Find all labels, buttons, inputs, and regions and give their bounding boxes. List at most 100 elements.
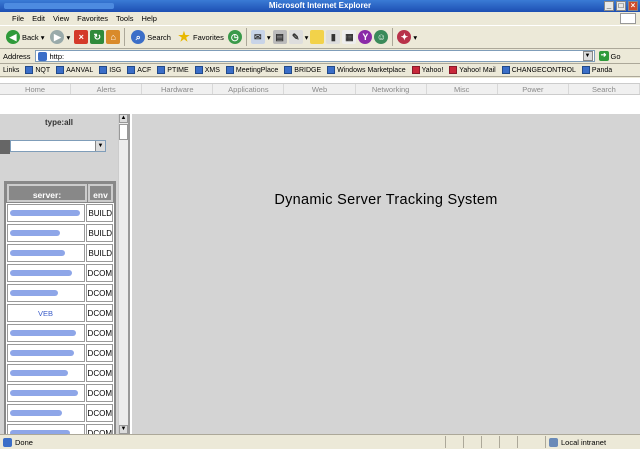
nav-misc[interactable]: Misc xyxy=(427,84,498,94)
env-cell: DCOM xyxy=(85,384,113,402)
link-acf[interactable]: ACF xyxy=(127,66,151,74)
redacted-server-name xyxy=(10,290,58,296)
favorites-button[interactable]: ★ Favorites xyxy=(175,27,226,47)
link-changecontrol[interactable]: CHANGECONTROL xyxy=(501,66,576,74)
edit-icon[interactable]: ✎ xyxy=(288,30,303,44)
link-bridge[interactable]: BRIDGE xyxy=(284,66,321,74)
link-label: ACF xyxy=(137,66,152,74)
sidebar-title: type:all xyxy=(44,118,73,127)
nav-search[interactable]: Search xyxy=(569,84,640,94)
link-ptime[interactable]: PTIME xyxy=(157,66,189,74)
discuss-icon[interactable] xyxy=(310,30,325,44)
link-panda[interactable]: Panda xyxy=(581,66,612,74)
home-icon[interactable]: ⌂ xyxy=(106,30,121,44)
address-dropdown-button[interactable]: ▼ xyxy=(582,51,593,61)
header-env[interactable]: env xyxy=(88,184,113,202)
link-label: XMS xyxy=(204,66,220,74)
link-windows-marketplace[interactable]: Windows Marketplace xyxy=(327,66,406,74)
menu-view[interactable]: View xyxy=(53,12,69,25)
server-link[interactable] xyxy=(7,324,85,342)
server-link[interactable] xyxy=(7,364,85,382)
table-row: DCOM xyxy=(6,403,114,423)
server-link[interactable]: VEB xyxy=(7,304,85,322)
tools-icon[interactable]: ✦ xyxy=(397,30,412,44)
sidebar-scrollbar[interactable]: ▲ ▼ xyxy=(118,114,128,434)
env-cell: BUILD xyxy=(86,244,113,262)
back-button[interactable]: ◀ Back ▾ xyxy=(4,27,46,47)
stop-icon[interactable]: × xyxy=(74,30,89,44)
forward-button[interactable]: ▶ ▾ xyxy=(48,27,72,47)
env-cell: DCOM xyxy=(85,364,113,382)
link-label: Yahoo! xyxy=(421,66,444,74)
env-cell: BUILD xyxy=(86,204,113,222)
server-link[interactable] xyxy=(7,284,85,302)
standard-toolbar: ◀ Back ▾ ▶ ▾ × ↻ ⌂ ⌕ Search ★ Favorites … xyxy=(0,25,640,49)
link-label: Yahoo! Mail xyxy=(459,66,496,74)
link-page-icon xyxy=(25,66,34,74)
server-link[interactable] xyxy=(7,404,85,422)
link-aanval[interactable]: AANVAL xyxy=(56,66,93,74)
menu-help[interactable]: Help xyxy=(142,12,157,25)
go-button[interactable]: ➜ Go xyxy=(598,51,621,61)
menu-edit[interactable]: Edit xyxy=(32,12,45,25)
link-page-icon xyxy=(127,66,136,74)
search-label: Search xyxy=(147,32,171,42)
status-cell xyxy=(463,436,481,448)
search-button[interactable]: ⌕ Search xyxy=(129,27,173,47)
close-button[interactable]: × xyxy=(628,1,638,11)
messenger-icon[interactable]: ▦ xyxy=(342,30,357,44)
menu-tools[interactable]: Tools xyxy=(116,12,134,25)
link-nqt[interactable]: NQT xyxy=(25,66,50,74)
link-meetingplace[interactable]: MeetingPlace xyxy=(225,66,278,74)
menu-favorites[interactable]: Favorites xyxy=(77,12,108,25)
status-bar: Done Local intranet xyxy=(0,434,640,449)
server-sidebar: type:all ▼ server: env BUILD BUILD BUILD… xyxy=(0,114,130,445)
address-input[interactable]: http: xyxy=(34,50,595,62)
nav-home[interactable]: Home xyxy=(0,84,72,94)
server-link[interactable] xyxy=(7,344,85,362)
link-page-icon xyxy=(56,66,65,74)
research-icon[interactable]: ▮ xyxy=(326,30,341,44)
link-yahoo[interactable]: Yahoo! xyxy=(411,66,444,74)
chevron-down-icon[interactable]: ▾ xyxy=(413,33,417,42)
server-link[interactable] xyxy=(7,244,86,262)
nav-alerts[interactable]: Alerts xyxy=(71,84,143,94)
nav-hardware[interactable]: Hardware xyxy=(142,84,214,94)
scroll-up-icon[interactable]: ▲ xyxy=(119,114,128,123)
page-icon xyxy=(37,51,47,61)
minimize-button[interactable]: _ xyxy=(604,1,614,11)
header-server[interactable]: server: xyxy=(7,184,87,202)
chevron-down-icon[interactable]: ▾ xyxy=(267,33,271,42)
link-page-icon xyxy=(284,66,293,74)
chevron-down-icon[interactable]: ▾ xyxy=(305,33,309,42)
nav-power[interactable]: Power xyxy=(498,84,569,94)
links-label: Links xyxy=(3,66,20,74)
scroll-down-icon[interactable]: ▼ xyxy=(119,425,128,434)
server-link[interactable] xyxy=(7,224,86,242)
table-row: BUILD xyxy=(6,223,114,243)
nav-applications[interactable]: Applications xyxy=(213,84,285,94)
link-xms[interactable]: XMS xyxy=(194,66,220,74)
link-yahoo-mail[interactable]: Yahoo! Mail xyxy=(449,66,496,74)
people-icon[interactable]: ☺ xyxy=(374,30,389,44)
nav-networking[interactable]: Networking xyxy=(356,84,427,94)
type-select[interactable]: ▼ xyxy=(10,140,106,152)
server-link[interactable] xyxy=(7,204,86,222)
menu-file[interactable]: File xyxy=(12,12,24,25)
table-row: DCOM xyxy=(6,323,114,343)
scroll-thumb[interactable] xyxy=(119,124,128,140)
maximize-button[interactable]: □ xyxy=(616,1,626,11)
link-page-icon xyxy=(194,66,203,74)
history-icon[interactable]: ◷ xyxy=(227,30,242,44)
server-link[interactable] xyxy=(7,384,85,402)
redacted-server-name xyxy=(10,370,68,376)
link-isg[interactable]: ISG xyxy=(99,66,121,74)
server-link[interactable] xyxy=(7,264,85,282)
mail-icon[interactable]: ✉ xyxy=(250,30,265,44)
link-label: PTIME xyxy=(167,66,189,74)
refresh-icon[interactable]: ↻ xyxy=(90,30,105,44)
yahoo-icon[interactable]: Y xyxy=(358,30,373,44)
print-icon[interactable]: ▤ xyxy=(272,30,287,44)
nav-web[interactable]: Web xyxy=(284,84,356,94)
link-label: ISG xyxy=(109,66,122,74)
